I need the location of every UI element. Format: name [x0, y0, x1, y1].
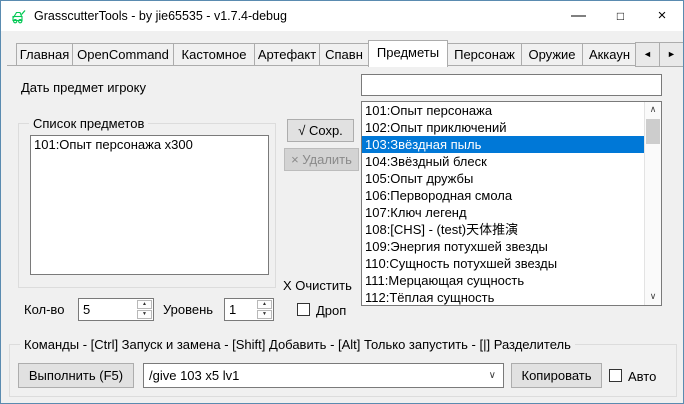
auto-checkbox-label: Авто	[628, 369, 656, 384]
tab-scroll-left-button[interactable]: ◄	[635, 42, 660, 67]
item-row[interactable]: 109:Энергия потухшей звезды	[362, 238, 645, 255]
item-row[interactable]: 105:Опыт дружбы	[362, 170, 645, 187]
tab-oruzhie[interactable]: Оружие	[521, 43, 583, 65]
tab-personazh[interactable]: Персонаж	[447, 43, 522, 65]
tabstrip-baseline	[7, 65, 669, 66]
window-title: GrasscutterTools - by jie65535 - v1.7.4-…	[34, 1, 287, 31]
tab-spavn[interactable]: Спавн	[319, 43, 369, 65]
arrow-right-icon: ►	[667, 49, 676, 59]
scroll-down-icon[interactable]: ∨	[645, 289, 661, 305]
give-item-label: Дать предмет игроку	[21, 80, 146, 95]
spin-up-icon[interactable]: ▲	[137, 300, 152, 309]
drop-checkbox-label: Дроп	[316, 303, 346, 318]
commands-group-title: Команды - [Ctrl] Запуск и замена - [Shif…	[20, 337, 575, 352]
level-spinner[interactable]: 1 ▲ ▼	[224, 298, 274, 321]
item-list-rows: 101:Опыт персонажа 102:Опыт приключений …	[362, 102, 645, 305]
close-button[interactable]: ×	[641, 1, 683, 31]
count-spin-buttons: ▲ ▼	[137, 300, 152, 319]
item-row-selected[interactable]: 103:Звёздная пыль	[362, 136, 645, 153]
item-row[interactable]: 101:Опыт персонажа	[362, 102, 645, 119]
count-value: 5	[83, 299, 90, 320]
maximize-icon: □	[617, 9, 624, 23]
tab-akkaunt[interactable]: Аккаун	[582, 43, 637, 65]
saved-items-groupbox: Список предметов 101:Опыт персонажа x300	[18, 123, 276, 288]
spin-down-icon[interactable]: ▼	[137, 310, 152, 319]
spin-up-icon[interactable]: ▲	[257, 300, 272, 309]
item-listbox: 101:Опыт персонажа 102:Опыт приключений …	[361, 101, 662, 306]
save-button[interactable]: √ Сохр.	[287, 119, 354, 142]
copy-button[interactable]: Копировать	[511, 363, 602, 388]
arrow-left-icon: ◄	[643, 49, 652, 59]
app-window: GrasscutterTools - by jie65535 - v1.7.4-…	[0, 0, 684, 404]
tab-predmety[interactable]: Предметы	[368, 40, 448, 67]
run-command-button[interactable]: Выполнить (F5)	[18, 363, 134, 388]
scroll-up-icon[interactable]: ∧	[645, 102, 661, 118]
count-spinner[interactable]: 5 ▲ ▼	[78, 298, 154, 321]
saved-items-listbox: 101:Опыт персонажа x300	[30, 135, 269, 275]
item-list-scrollbar[interactable]: ∧ ∨	[644, 102, 661, 305]
item-row[interactable]: 112:Тёплая сущность	[362, 289, 645, 305]
tab-artefakt[interactable]: Артефакт	[254, 43, 320, 65]
maximize-button[interactable]: □	[600, 1, 641, 31]
level-value: 1	[229, 299, 236, 320]
saved-items-group-title: Список предметов	[29, 116, 148, 131]
saved-item-row[interactable]: 101:Опыт персонажа x300	[31, 136, 268, 153]
command-combobox[interactable]: /give 103 x5 lv1 ∨	[143, 363, 504, 388]
minimize-button[interactable]: —	[558, 1, 599, 31]
tab-kastomnoe[interactable]: Кастомное	[173, 43, 255, 65]
command-text: /give 103 x5 lv1	[149, 364, 239, 387]
item-row[interactable]: 110:Сущность потухшей звезды	[362, 255, 645, 272]
minimize-icon: —	[571, 7, 586, 24]
item-row[interactable]: 108:[CHS] - (test)天体推演	[362, 221, 645, 238]
app-icon	[11, 8, 27, 24]
scrollbar-thumb[interactable]	[646, 119, 660, 144]
dropdown-chevron-icon[interactable]: ∨	[489, 364, 496, 387]
tab-glavnaya[interactable]: Главная	[16, 43, 73, 65]
item-row[interactable]: 104:Звёздный блеск	[362, 153, 645, 170]
auto-checkbox[interactable]	[609, 369, 622, 382]
count-label: Кол-во	[24, 302, 64, 317]
delete-button[interactable]: × Удалить	[284, 148, 359, 171]
level-spin-buttons: ▲ ▼	[257, 300, 272, 319]
item-row[interactable]: 106:Первородная смола	[362, 187, 645, 204]
item-row[interactable]: 111:Мерцающая сущность	[362, 272, 645, 289]
tab-opencommand[interactable]: OpenCommand	[72, 43, 174, 65]
titlebar: GrasscutterTools - by jie65535 - v1.7.4-…	[1, 1, 683, 31]
spin-down-icon[interactable]: ▼	[257, 310, 272, 319]
item-search-input[interactable]	[361, 74, 662, 96]
level-label: Уровень	[163, 302, 213, 317]
item-row[interactable]: 107:Ключ легенд	[362, 204, 645, 221]
item-row[interactable]: 102:Опыт приключений	[362, 119, 645, 136]
drop-checkbox[interactable]	[297, 303, 310, 316]
close-icon: ×	[658, 7, 667, 24]
clear-button[interactable]: X Очистить	[283, 278, 352, 293]
tab-scroll-right-button[interactable]: ►	[659, 42, 684, 67]
